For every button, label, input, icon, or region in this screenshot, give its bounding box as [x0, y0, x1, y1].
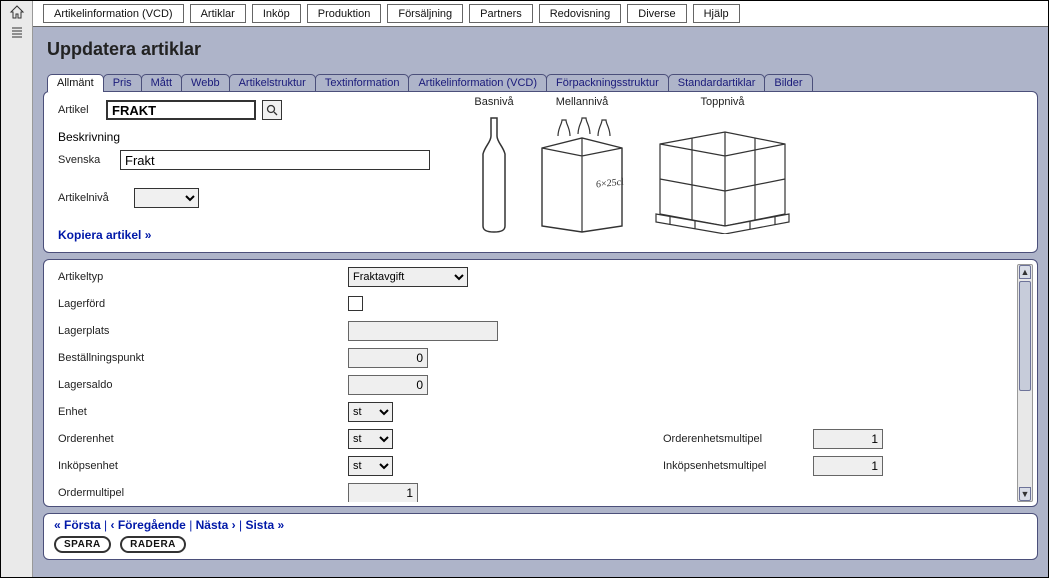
tab-forpackning[interactable]: Förpackningsstruktur: [546, 74, 669, 92]
tabstrip: Allmänt Pris Mått Webb Artikelstruktur T…: [43, 70, 1038, 92]
orderenhet-label: Orderenhet: [58, 433, 348, 445]
menu-inkop[interactable]: Inköp: [252, 4, 301, 23]
page-title: Uppdatera artiklar: [47, 39, 1038, 60]
menu-forsaljning[interactable]: Försäljning: [387, 4, 463, 23]
save-button[interactable]: SPARA: [54, 536, 111, 553]
artikelniva-select[interactable]: [134, 188, 199, 208]
nav-next[interactable]: Nästa ›: [196, 518, 236, 532]
lagersaldo-input[interactable]: [348, 375, 428, 395]
lagerplats-label: Lagerplats: [58, 325, 348, 337]
inkopsenhetsmultipel-input[interactable]: [813, 456, 883, 476]
lagerford-label: Lagerförd: [58, 298, 348, 310]
artikeltyp-select[interactable]: Fraktavgift: [348, 267, 468, 287]
tab-artikelstruktur[interactable]: Artikelstruktur: [229, 74, 316, 92]
search-icon: [266, 104, 278, 116]
bestallningspunkt-label: Beställningspunkt: [58, 352, 348, 364]
case-icon: 6×25cl: [534, 114, 630, 234]
tab-standardartiklar[interactable]: Standardartiklar: [668, 74, 766, 92]
home-icon[interactable]: [9, 5, 25, 19]
svenska-input[interactable]: [120, 150, 430, 170]
orderenhetsmultipel-label: Orderenhetsmultipel: [663, 433, 813, 445]
menu-artiklar[interactable]: Artiklar: [190, 4, 246, 23]
menu-redovisning[interactable]: Redovisning: [539, 4, 622, 23]
scroll-down-icon[interactable]: ▼: [1019, 487, 1031, 501]
artikel-input[interactable]: [106, 100, 256, 120]
tab-pris[interactable]: Pris: [103, 74, 142, 92]
enhet-select[interactable]: st: [348, 402, 393, 422]
inkopsenhet-select[interactable]: st: [348, 456, 393, 476]
lagerford-checkbox[interactable]: [348, 296, 363, 311]
scrollbar-track[interactable]: ▲ ▼: [1017, 264, 1033, 502]
orderenhet-select[interactable]: st: [348, 429, 393, 449]
nav-first[interactable]: « Första: [54, 518, 101, 532]
inkopsenhet-label: Inköpsenhet: [58, 460, 348, 472]
toppniva-label: Toppnivå: [700, 96, 744, 108]
beskrivning-label: Beskrivning: [58, 130, 120, 144]
tab-bilder[interactable]: Bilder: [764, 74, 812, 92]
copy-article-link[interactable]: Kopiera artikel »: [58, 228, 151, 242]
pallet-icon: [650, 114, 795, 234]
artikel-label: Artikel: [58, 104, 100, 116]
ordermultipel-label: Ordermultipel: [58, 487, 348, 499]
artikeltyp-label: Artikeltyp: [58, 271, 348, 283]
tab-allmant[interactable]: Allmänt: [47, 74, 104, 92]
ordermultipel-input[interactable]: [348, 483, 418, 503]
mellanniva-label: Mellannivå: [556, 96, 609, 108]
tab-webb[interactable]: Webb: [181, 74, 230, 92]
menu-produktion[interactable]: Produktion: [307, 4, 382, 23]
scrollbar-thumb[interactable]: [1019, 281, 1031, 391]
lagersaldo-label: Lagersaldo: [58, 379, 348, 391]
bottle-icon: [474, 114, 514, 234]
top-menu: Artikelinformation (VCD) Artiklar Inköp …: [33, 1, 1048, 27]
tab-matt[interactable]: Mått: [141, 74, 182, 92]
basniva-label: Basnivå: [474, 96, 513, 108]
details-card: Artikeltyp Fraktavgift Lagerförd Lagerpl…: [43, 259, 1038, 507]
menu-articleinfo-vcd[interactable]: Artikelinformation (VCD): [43, 4, 184, 23]
menu-partners[interactable]: Partners: [469, 4, 533, 23]
delete-button[interactable]: RADERA: [120, 536, 186, 553]
tab-textinformation[interactable]: Textinformation: [315, 74, 410, 92]
enhet-label: Enhet: [58, 406, 348, 418]
general-card: Artikel Beskrivning Svenska: [43, 91, 1038, 253]
tab-artikelinfo-vcd[interactable]: Artikelinformation (VCD): [408, 74, 547, 92]
nav-last[interactable]: Sista »: [245, 518, 284, 532]
menu-diverse[interactable]: Diverse: [627, 4, 686, 23]
inkopsenhetsmultipel-label: Inköpsenhetsmultipel: [663, 460, 813, 472]
scroll-up-icon[interactable]: ▲: [1019, 265, 1031, 279]
bestallningspunkt-input[interactable]: [348, 348, 428, 368]
footer-card: « Första | ‹ Föregående | Nästa › | Sist…: [43, 513, 1038, 560]
orderenhetsmultipel-input[interactable]: [813, 429, 883, 449]
menu-hjalp[interactable]: Hjälp: [693, 4, 740, 23]
lagerplats-input[interactable]: [348, 321, 498, 341]
artikelniva-label: Artikelnivå: [58, 192, 128, 204]
svenska-label: Svenska: [58, 154, 114, 166]
search-button[interactable]: [262, 100, 282, 120]
list-icon[interactable]: [9, 25, 25, 39]
nav-prev[interactable]: ‹ Föregående: [110, 518, 185, 532]
